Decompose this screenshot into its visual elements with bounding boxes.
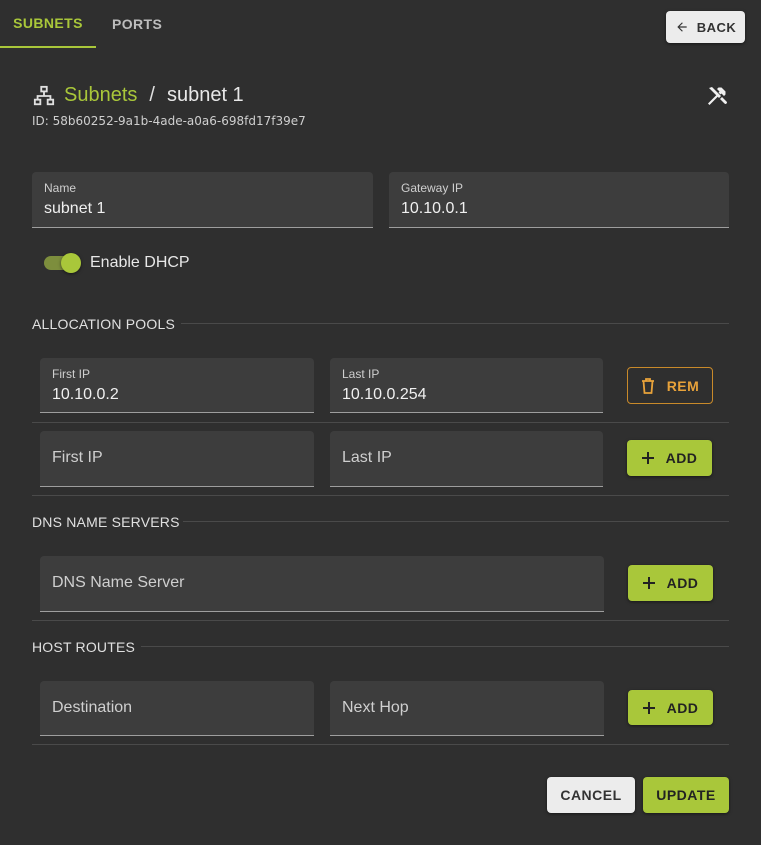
add-label: ADD	[665, 450, 698, 466]
allocation-pools-title: ALLOCATION POOLS	[32, 316, 175, 332]
pool-last-ip-field[interactable]: Last IP	[330, 358, 603, 413]
tab-ports[interactable]: PORTS	[96, 0, 178, 48]
first-ip-label: First IP	[52, 367, 90, 381]
tab-bar: SUBNETS PORTS	[0, 0, 178, 48]
new-last-ip-field[interactable]	[330, 431, 603, 487]
subnet-id: ID: 58b60252-9a1b-4ade-a0a6-698fd17f39e7	[32, 114, 306, 128]
add-dns-button[interactable]: ADD	[628, 565, 713, 601]
remove-pool-button[interactable]: REM	[627, 367, 713, 404]
toggle-thumb	[61, 253, 81, 273]
back-button[interactable]: BACK	[666, 11, 745, 43]
network-icon	[33, 85, 55, 106]
trash-icon	[641, 377, 654, 394]
section-divider	[141, 646, 729, 647]
dns-input[interactable]	[52, 574, 592, 592]
new-first-ip-input[interactable]	[52, 449, 302, 467]
row-divider	[32, 744, 729, 745]
remove-label: REM	[666, 377, 700, 394]
destination-field[interactable]	[40, 681, 314, 736]
row-divider	[32, 422, 729, 423]
add-label: ADD	[666, 699, 699, 716]
pool-first-ip-field[interactable]: First IP	[40, 358, 314, 413]
cancel-button[interactable]: CANCEL	[547, 777, 635, 813]
breadcrumb-current: subnet 1	[166, 84, 244, 106]
dns-title: DNS NAME SERVERS	[32, 514, 180, 530]
add-route-button[interactable]: ADD	[628, 690, 713, 725]
destination-input[interactable]	[52, 699, 302, 717]
add-label: ADD	[666, 575, 699, 591]
pool-last-ip-input[interactable]	[342, 386, 591, 404]
back-label: BACK	[696, 19, 737, 35]
new-last-ip-input[interactable]	[342, 449, 591, 467]
gateway-label: Gateway IP	[401, 181, 464, 195]
name-field[interactable]: Name	[32, 172, 373, 228]
dhcp-toggle[interactable]	[44, 253, 81, 273]
gateway-field[interactable]: Gateway IP	[389, 172, 729, 228]
host-routes-title: HOST ROUTES	[32, 639, 136, 655]
section-divider	[183, 521, 729, 522]
dns-field[interactable]	[40, 556, 604, 612]
gateway-input[interactable]	[401, 200, 717, 218]
next-hop-input[interactable]	[342, 699, 592, 717]
row-divider	[32, 495, 729, 496]
row-divider	[32, 620, 729, 621]
arrow-left-icon	[677, 22, 687, 32]
breadcrumb: Subnets / subnet 1	[64, 84, 244, 107]
dhcp-label: Enable DHCP	[90, 254, 190, 271]
tab-subnets[interactable]: SUBNETS	[0, 0, 96, 48]
name-input[interactable]	[44, 200, 361, 218]
last-ip-label: Last IP	[342, 367, 380, 381]
plus-icon	[642, 701, 655, 714]
plus-icon	[642, 577, 655, 589]
name-label: Name	[44, 181, 77, 195]
tools-icon[interactable]	[705, 84, 729, 108]
pool-first-ip-input[interactable]	[52, 386, 302, 404]
update-button[interactable]: UPDATE	[643, 777, 729, 813]
plus-icon	[641, 452, 654, 464]
breadcrumb-subnets-link[interactable]: Subnets	[64, 84, 137, 107]
add-pool-button[interactable]: ADD	[627, 440, 712, 476]
next-hop-field[interactable]	[330, 681, 604, 736]
new-first-ip-field[interactable]	[40, 431, 314, 487]
breadcrumb-separator: /	[149, 84, 155, 106]
section-divider	[181, 323, 729, 324]
